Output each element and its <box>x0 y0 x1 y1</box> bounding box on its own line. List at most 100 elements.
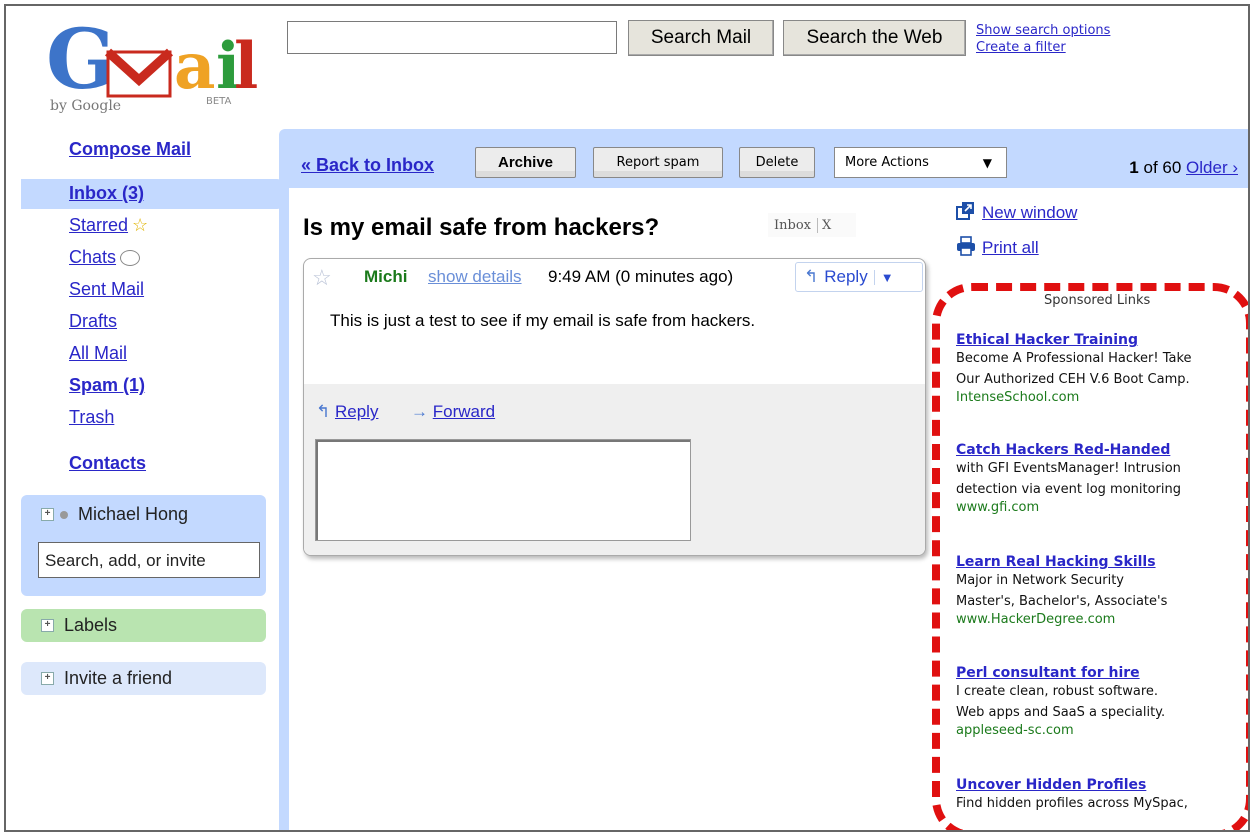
svg-text:a: a <box>174 29 215 104</box>
sidebar-item-starred[interactable]: Starred ☆ <box>69 215 148 236</box>
expand-icon[interactable]: + <box>41 508 54 521</box>
report-spam-button[interactable]: Report spam <box>593 147 723 178</box>
svg-text:by Google: by Google <box>50 98 121 114</box>
ad-url[interactable]: appleseed-sc.com <box>956 723 1165 738</box>
ad-item[interactable]: Catch Hackers Red-Handed with GFI Events… <box>956 442 1181 515</box>
compose-mail-link[interactable]: Compose Mail <box>69 139 191 160</box>
gmail-logo[interactable]: G a i l by Google BETA <box>46 12 261 116</box>
svg-text:G: G <box>46 18 116 108</box>
reply-button[interactable]: ↰ Reply ▼ <box>795 262 923 292</box>
labels-title: Labels <box>64 615 118 635</box>
forward-link-label: Forward <box>432 402 496 421</box>
star-icon: ☆ <box>132 215 149 235</box>
search-options-links: Show search options Create a filter <box>976 22 1110 56</box>
chat-search-input[interactable]: Search, add, or invite <box>38 542 260 578</box>
ad-url[interactable]: www.HackerDegree.com <box>956 612 1167 627</box>
reply-link-label: Reply <box>334 402 379 421</box>
sidebar-item-trash[interactable]: Trash <box>69 407 114 428</box>
new-window-link[interactable]: New window <box>956 201 1077 223</box>
print-all-link[interactable]: Print all <box>956 236 1039 258</box>
ad-title[interactable]: Ethical Hacker Training <box>956 332 1192 348</box>
create-filter-link[interactable]: Create a filter <box>976 39 1110 56</box>
pager-total: of 60 <box>1143 158 1182 177</box>
ad-item[interactable]: Learn Real Hacking Skills Major in Netwo… <box>956 554 1167 627</box>
remove-label-button[interactable]: X <box>817 217 831 233</box>
ad-item[interactable]: Ethical Hacker Training Become A Profess… <box>956 332 1192 405</box>
label-name[interactable]: Inbox <box>774 218 811 233</box>
star-icon[interactable]: ☆ <box>312 265 332 291</box>
reply-link[interactable]: ↰ Reply <box>316 402 378 422</box>
search-web-button[interactable]: Search the Web <box>783 20 966 56</box>
message-time: 9:49 AM (0 minutes ago) <box>548 267 734 286</box>
reply-arrow-icon: ↰ <box>316 402 331 421</box>
sidebar-item-inbox[interactable]: Inbox (3) <box>69 183 144 204</box>
printer-icon <box>957 236 975 256</box>
ad-line: with GFI EventsManager! Intrusion <box>956 461 1181 476</box>
sidebar-item-spam[interactable]: Spam (1) <box>69 375 145 396</box>
search-input[interactable] <box>287 21 617 54</box>
sidebar-item-all-mail[interactable]: All Mail <box>69 343 127 364</box>
svg-text:BETA: BETA <box>206 96 232 107</box>
message-subject: Is my email safe from hackers? <box>303 214 660 241</box>
ad-title[interactable]: Catch Hackers Red-Handed <box>956 442 1181 458</box>
message-card: ☆ Michi show details 9:49 AM (0 minutes … <box>303 258 926 556</box>
pager-count: 1 <box>1129 158 1139 177</box>
sidebar-item-label: Chats <box>69 247 117 267</box>
new-window-label: New window <box>982 203 1078 222</box>
quick-reply-box[interactable] <box>315 439 691 541</box>
message-body: This is just a test to see if my email i… <box>330 311 756 330</box>
ad-line: Master's, Bachelor's, Associate's <box>956 594 1168 609</box>
gmail-window: G a i l by Google BETA Search Mail Searc… <box>4 4 1250 832</box>
invite-friend-title: Invite a friend <box>64 668 173 688</box>
search-mail-button[interactable]: Search Mail <box>628 20 774 56</box>
sidebar-item-sent[interactable]: Sent Mail <box>69 279 144 300</box>
ad-url[interactable]: www.gfi.com <box>956 500 1181 515</box>
ad-line: Find hidden profiles across MySpac, <box>956 796 1188 811</box>
new-window-icon <box>956 202 974 220</box>
ad-line: Our Authorized CEH V.6 Boot Camp. <box>956 372 1190 387</box>
message-sender[interactable]: Michi <box>364 267 407 287</box>
sidebar-item-drafts[interactable]: Drafts <box>69 311 117 332</box>
older-link[interactable]: Older › <box>1186 158 1238 177</box>
delete-button[interactable]: Delete <box>739 147 815 178</box>
chat-header[interactable]: + Michael Hong <box>41 504 188 525</box>
show-search-options-link[interactable]: Show search options <box>976 22 1110 39</box>
forward-arrow-icon: → <box>411 402 428 421</box>
ad-item[interactable]: Uncover Hidden Profiles Find hidden prof… <box>956 777 1188 814</box>
inbox-selected-bar <box>21 179 283 209</box>
ad-title[interactable]: Perl consultant for hire <box>956 665 1165 681</box>
ad-line: Web apps and SaaS a speciality. <box>956 705 1166 720</box>
ad-url[interactable]: IntenseSchool.com <box>956 390 1192 405</box>
ad-item[interactable]: Perl consultant for hire I create clean,… <box>956 665 1165 738</box>
back-to-inbox-link[interactable]: « Back to Inbox <box>301 155 434 176</box>
ad-line: detection via event log monitoring <box>956 482 1182 497</box>
chat-bubble-icon <box>120 250 141 267</box>
ad-title[interactable]: Uncover Hidden Profiles <box>956 777 1188 793</box>
reply-arrow-icon: ↰ <box>804 267 819 286</box>
status-dot-icon <box>60 510 68 519</box>
reply-menu-arrow-icon[interactable]: ▼ <box>873 269 894 285</box>
ad-line: Major in Network Security <box>956 573 1125 588</box>
invite-friend-panel[interactable]: + Invite a friend <box>21 662 266 695</box>
svg-text:l: l <box>234 29 258 104</box>
ad-title[interactable]: Learn Real Hacking Skills <box>956 554 1167 570</box>
sidebar-item-label: Starred <box>69 215 129 235</box>
inbox-label-chip: Inbox X <box>768 213 856 237</box>
show-details-link[interactable]: show details <box>428 267 522 287</box>
more-actions-label: More Actions <box>845 155 929 170</box>
contacts-link[interactable]: Contacts <box>69 453 146 474</box>
labels-panel[interactable]: + Labels <box>21 609 266 642</box>
more-actions-select[interactable]: More Actions ▼ <box>834 147 1007 178</box>
forward-link[interactable]: → Forward <box>411 402 495 422</box>
dropdown-arrow-icon: ▼ <box>982 156 992 170</box>
sponsored-header: Sponsored Links <box>1044 293 1151 308</box>
ad-line: I create clean, robust software. <box>956 684 1159 699</box>
chat-panel: + Michael Hong Search, add, or invite <box>21 495 266 596</box>
chat-user-name: Michael Hong <box>78 504 189 524</box>
archive-button[interactable]: Archive <box>475 147 576 178</box>
ad-line: Become A Professional Hacker! Take <box>956 351 1192 366</box>
sidebar-item-chats[interactable]: Chats <box>69 247 141 268</box>
print-all-label: Print all <box>982 238 1039 257</box>
expand-icon[interactable]: + <box>41 619 54 632</box>
expand-icon[interactable]: + <box>41 672 54 685</box>
